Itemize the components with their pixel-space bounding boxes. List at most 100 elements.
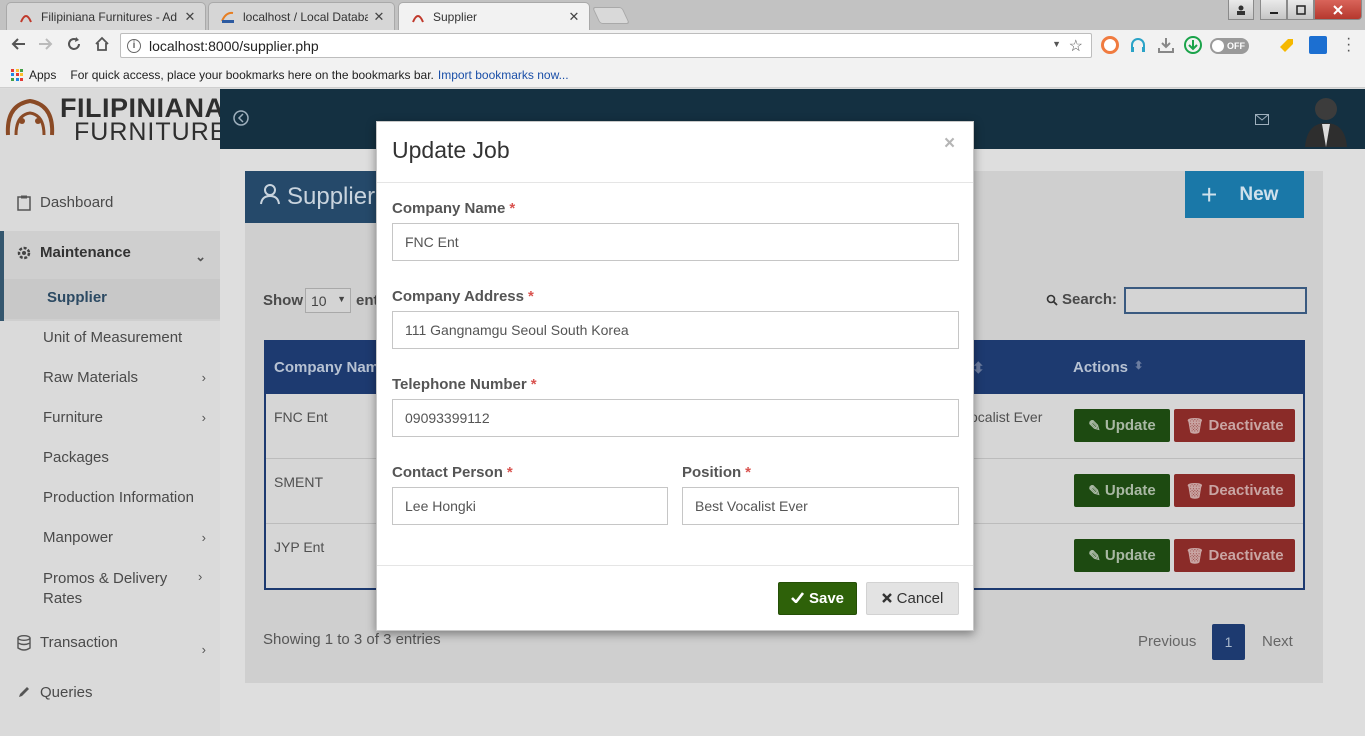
sidebar-item-furniture[interactable]: Furniture › xyxy=(0,409,220,426)
plus-icon: + xyxy=(1201,178,1218,210)
tab-close-icon[interactable]: ✕ xyxy=(372,9,386,25)
save-label: Save xyxy=(808,590,845,607)
sort-icon[interactable]: ⬍ xyxy=(1134,359,1143,372)
column-header-actions[interactable]: Actions xyxy=(1073,359,1128,376)
browser-tabstrip: Filipiniana Furnitures - Ad ✕ localhost … xyxy=(0,0,1365,31)
deactivate-label: Deactivate xyxy=(1208,417,1284,434)
off-toggle[interactable]: OFF xyxy=(1210,38,1249,54)
trash-icon: 🗑 xyxy=(1185,482,1205,500)
tab-phpmyadmin[interactable]: localhost / Local Databas ✕ xyxy=(208,2,395,30)
column-header-company[interactable]: Company Nam xyxy=(274,359,379,376)
position-cell: ocalist Ever xyxy=(970,409,1043,425)
search-label: Search: xyxy=(1062,291,1118,308)
collapse-sidebar-icon[interactable] xyxy=(233,110,249,131)
company-name-input[interactable] xyxy=(392,223,959,261)
sidebar-item-packages[interactable]: Packages xyxy=(0,449,220,466)
sidebar-item-supplier[interactable]: Supplier xyxy=(0,289,220,306)
clipboard-icon xyxy=(16,195,32,211)
bookmark-star-icon[interactable]: ☆ xyxy=(1069,36,1083,56)
sidebar-item-unit-of-measurement[interactable]: Unit of Measurement xyxy=(0,329,220,346)
sidebar-item-queries[interactable]: Queries xyxy=(0,684,220,701)
update-button[interactable]: ✎ Update xyxy=(1074,474,1170,507)
pagination-next[interactable]: Next xyxy=(1262,633,1293,650)
sidebar-item-raw-materials[interactable]: Raw Materials › xyxy=(0,369,220,386)
tab-close-icon[interactable]: ✕ xyxy=(567,9,581,25)
blue-square-extension-icon[interactable] xyxy=(1309,36,1327,54)
headphones-icon[interactable] xyxy=(1129,36,1147,54)
reload-icon[interactable] xyxy=(60,36,88,57)
filipiniana-favicon-icon xyxy=(19,10,33,24)
modal-close-icon[interactable]: × xyxy=(944,133,955,155)
maximize-icon[interactable] xyxy=(1287,0,1314,20)
sidebar-item-maintenance[interactable]: Maintenance ⌄ xyxy=(0,244,220,264)
modal-footer: Save Cancel xyxy=(377,565,973,630)
download-green-icon[interactable] xyxy=(1184,36,1202,54)
required-marker: * xyxy=(530,376,537,393)
sidebar-item-promos-delivery[interactable]: Promos & Delivery Rates xyxy=(0,569,180,609)
pagination-page-1[interactable]: 1 xyxy=(1212,624,1245,660)
download-tray-icon[interactable] xyxy=(1157,36,1175,54)
search-icon xyxy=(1046,293,1058,311)
company-address-input[interactable] xyxy=(392,311,959,349)
position-input[interactable] xyxy=(682,487,959,525)
browser-menu-icon[interactable]: · · · xyxy=(1346,31,1351,59)
tab-filipiniana[interactable]: Filipiniana Furnitures - Ad ✕ xyxy=(6,2,206,30)
home-icon[interactable] xyxy=(88,36,116,57)
sidebar-label: Furniture xyxy=(43,409,104,426)
window-close-icon[interactable] xyxy=(1314,0,1362,20)
back-arrow-icon[interactable] xyxy=(4,37,32,56)
url-dropdown-icon[interactable]: ▼ xyxy=(1052,39,1061,49)
address-bar[interactable]: i localhost:8000/supplier.php ▼ ☆ xyxy=(120,33,1092,58)
edit-icon: ✎ xyxy=(1088,482,1101,500)
logo-subtitle: FURNITURE xyxy=(74,118,228,146)
telephone-input[interactable] xyxy=(392,399,959,437)
bookmarks-bar: Apps For quick access, place your bookma… xyxy=(0,62,1365,88)
sidebar-label: Supplier xyxy=(47,289,108,306)
avatar[interactable] xyxy=(1303,93,1349,152)
save-button[interactable]: Save xyxy=(778,582,857,615)
tag-extension-icon[interactable] xyxy=(1277,36,1295,54)
supplier-people-icon xyxy=(259,183,281,212)
company-address-label: Company Address * xyxy=(392,288,534,305)
search-input[interactable] xyxy=(1124,287,1307,314)
required-marker: * xyxy=(509,200,516,217)
apps-grid-icon[interactable] xyxy=(11,68,23,81)
update-button[interactable]: ✎ Update xyxy=(1074,409,1170,442)
import-bookmarks-link[interactable]: Import bookmarks now... xyxy=(438,68,569,82)
extension-orange-icon[interactable] xyxy=(1101,36,1119,54)
forward-arrow-icon[interactable] xyxy=(32,37,60,56)
deactivate-button[interactable]: 🗑 Deactivate xyxy=(1174,474,1295,507)
url-text: localhost:8000/supplier.php xyxy=(149,37,319,54)
update-button[interactable]: ✎ Update xyxy=(1074,539,1170,572)
chevron-down-icon: ⌄ xyxy=(195,249,206,264)
sidebar-label: Raw Materials xyxy=(43,369,139,386)
tab-close-icon[interactable]: ✕ xyxy=(183,9,197,25)
sidebar-item-manpower[interactable]: Manpower › xyxy=(0,529,220,546)
apps-link[interactable]: Apps xyxy=(29,68,56,82)
showing-entries-text: Showing 1 to 3 of 3 entries xyxy=(263,631,441,648)
update-label: Update xyxy=(1104,482,1156,499)
logo-mark-icon xyxy=(5,98,55,136)
new-tab-button[interactable] xyxy=(592,7,630,24)
sidebar-item-dashboard[interactable]: Dashboard xyxy=(0,194,220,211)
entries-select[interactable]: 10 ▼ xyxy=(305,288,351,313)
deactivate-button[interactable]: 🗑 Deactivate xyxy=(1174,539,1295,572)
mail-icon[interactable] xyxy=(1255,112,1269,130)
tab-supplier[interactable]: Supplier ✕ xyxy=(398,2,590,31)
deactivate-button[interactable]: 🗑 Deactivate xyxy=(1174,409,1295,442)
cancel-button[interactable]: Cancel xyxy=(866,582,959,615)
required-marker: * xyxy=(745,464,752,481)
entries-select-value: 10 xyxy=(311,293,327,309)
minimize-icon[interactable] xyxy=(1260,0,1287,20)
new-supplier-button[interactable]: + New xyxy=(1185,171,1304,218)
profile-icon[interactable] xyxy=(1228,0,1254,20)
sidebar-item-production-information[interactable]: Production Information xyxy=(0,489,220,506)
tab-label: Supplier xyxy=(433,10,478,24)
contact-person-input[interactable] xyxy=(392,487,668,525)
gear-icon xyxy=(16,245,32,261)
company-cell: SMENT xyxy=(274,474,323,490)
sidebar-item-transaction[interactable]: Transaction › xyxy=(0,634,220,657)
pagination-previous[interactable]: Previous xyxy=(1138,633,1196,650)
telephone-label: Telephone Number * xyxy=(392,376,537,393)
site-info-icon[interactable]: i xyxy=(127,38,141,53)
